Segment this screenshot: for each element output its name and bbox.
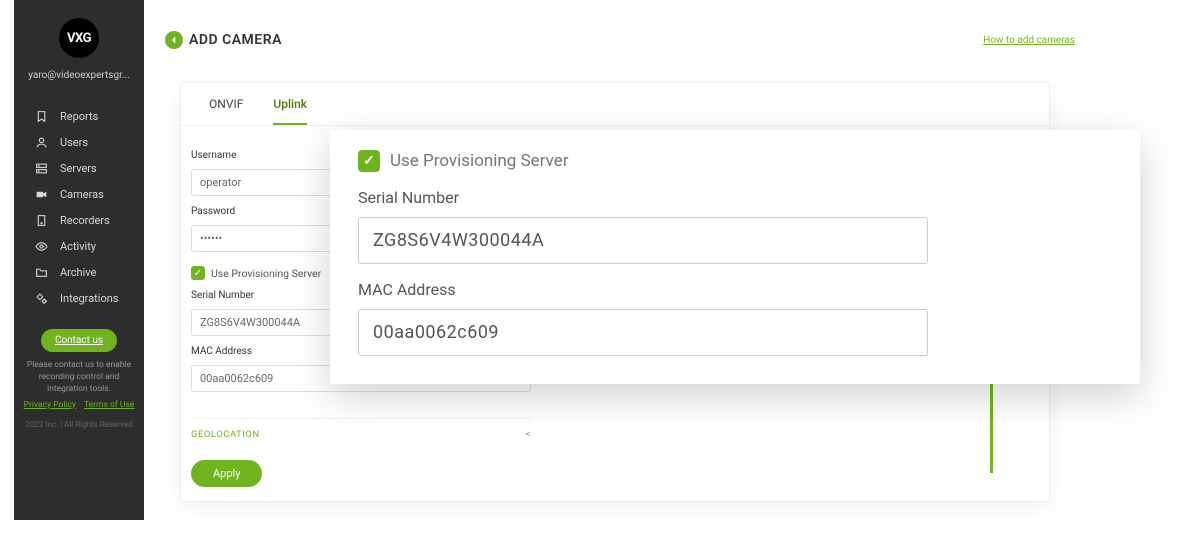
geolocation-label: GEOLOCATION — [191, 429, 260, 440]
sidebar-item-label: Integrations — [60, 292, 118, 305]
sidebar-item-users[interactable]: Users — [34, 135, 144, 149]
geolocation-section[interactable]: GEOLOCATION < — [191, 418, 531, 440]
apply-button[interactable]: Apply — [191, 460, 262, 487]
callout-checkbox-row[interactable]: ✓ Use Provisioning Server — [358, 150, 1112, 172]
tab-onvif[interactable]: ONVIF — [209, 97, 243, 125]
sidebar-item-label: Activity — [60, 240, 96, 253]
user-icon — [34, 135, 48, 149]
chevron-left-icon: < — [526, 429, 531, 440]
provisioning-callout: ✓ Use Provisioning Server Serial Number … — [330, 130, 1140, 384]
sidebar: VXG yaro@videoexpertsgr... Reports Users… — [14, 0, 144, 520]
folder-icon — [34, 265, 48, 279]
callout-mac-input[interactable] — [358, 309, 928, 356]
sidebar-item-label: Users — [60, 136, 88, 149]
terms-of-use-link[interactable]: Terms of Use — [84, 400, 134, 410]
check-icon: ✓ — [358, 150, 380, 172]
sidebar-item-recorders[interactable]: Recorders — [34, 213, 144, 227]
privacy-policy-link[interactable]: Privacy Policy — [24, 400, 76, 410]
callout-serial-label: Serial Number — [358, 188, 1112, 207]
sidebar-item-label: Cameras — [60, 188, 104, 201]
callout-provisioning-label: Use Provisioning Server — [390, 151, 568, 171]
page-title: ADD CAMERA — [189, 32, 282, 48]
sidebar-item-archive[interactable]: Archive — [34, 265, 144, 279]
sidebar-item-label: Archive — [60, 266, 96, 279]
sidebar-item-label: Servers — [60, 162, 97, 175]
servers-icon — [34, 161, 48, 175]
recorder-icon — [34, 213, 48, 227]
sidebar-item-label: Reports — [60, 110, 98, 123]
camera-icon — [34, 187, 48, 201]
tab-uplink[interactable]: Uplink — [273, 97, 307, 125]
footer-text: Please contact us to enable recording co… — [14, 360, 144, 396]
check-icon: ✓ — [191, 266, 205, 280]
brand-logo: VXG — [59, 18, 99, 58]
user-email: yaro@videoexpertsgr... — [28, 70, 130, 81]
gear-icon — [34, 291, 48, 305]
provisioning-label: Use Provisioning Server — [211, 267, 321, 280]
sidebar-item-label: Recorders — [60, 214, 110, 227]
eye-icon — [34, 239, 48, 253]
sidebar-item-reports[interactable]: Reports — [34, 109, 144, 123]
how-to-add-cameras-link[interactable]: How to add cameras — [983, 35, 1075, 46]
nav: Reports Users Servers Cameras Recorders — [14, 109, 144, 305]
back-button[interactable] — [165, 31, 183, 49]
callout-serial-input[interactable] — [358, 217, 928, 264]
copyright: 2022 Inc. | All Rights Reserved — [25, 420, 132, 429]
sidebar-item-integrations[interactable]: Integrations — [34, 291, 144, 305]
sidebar-item-cameras[interactable]: Cameras — [34, 187, 144, 201]
tabs: ONVIF Uplink — [181, 83, 1049, 126]
bookmark-icon — [34, 109, 48, 123]
page-header: ADD CAMERA How to add cameras — [155, 20, 1095, 60]
sidebar-item-activity[interactable]: Activity — [34, 239, 144, 253]
sidebar-item-servers[interactable]: Servers — [34, 161, 144, 175]
contact-us-button[interactable]: Contact us — [41, 329, 117, 352]
callout-mac-label: MAC Address — [358, 280, 1112, 299]
